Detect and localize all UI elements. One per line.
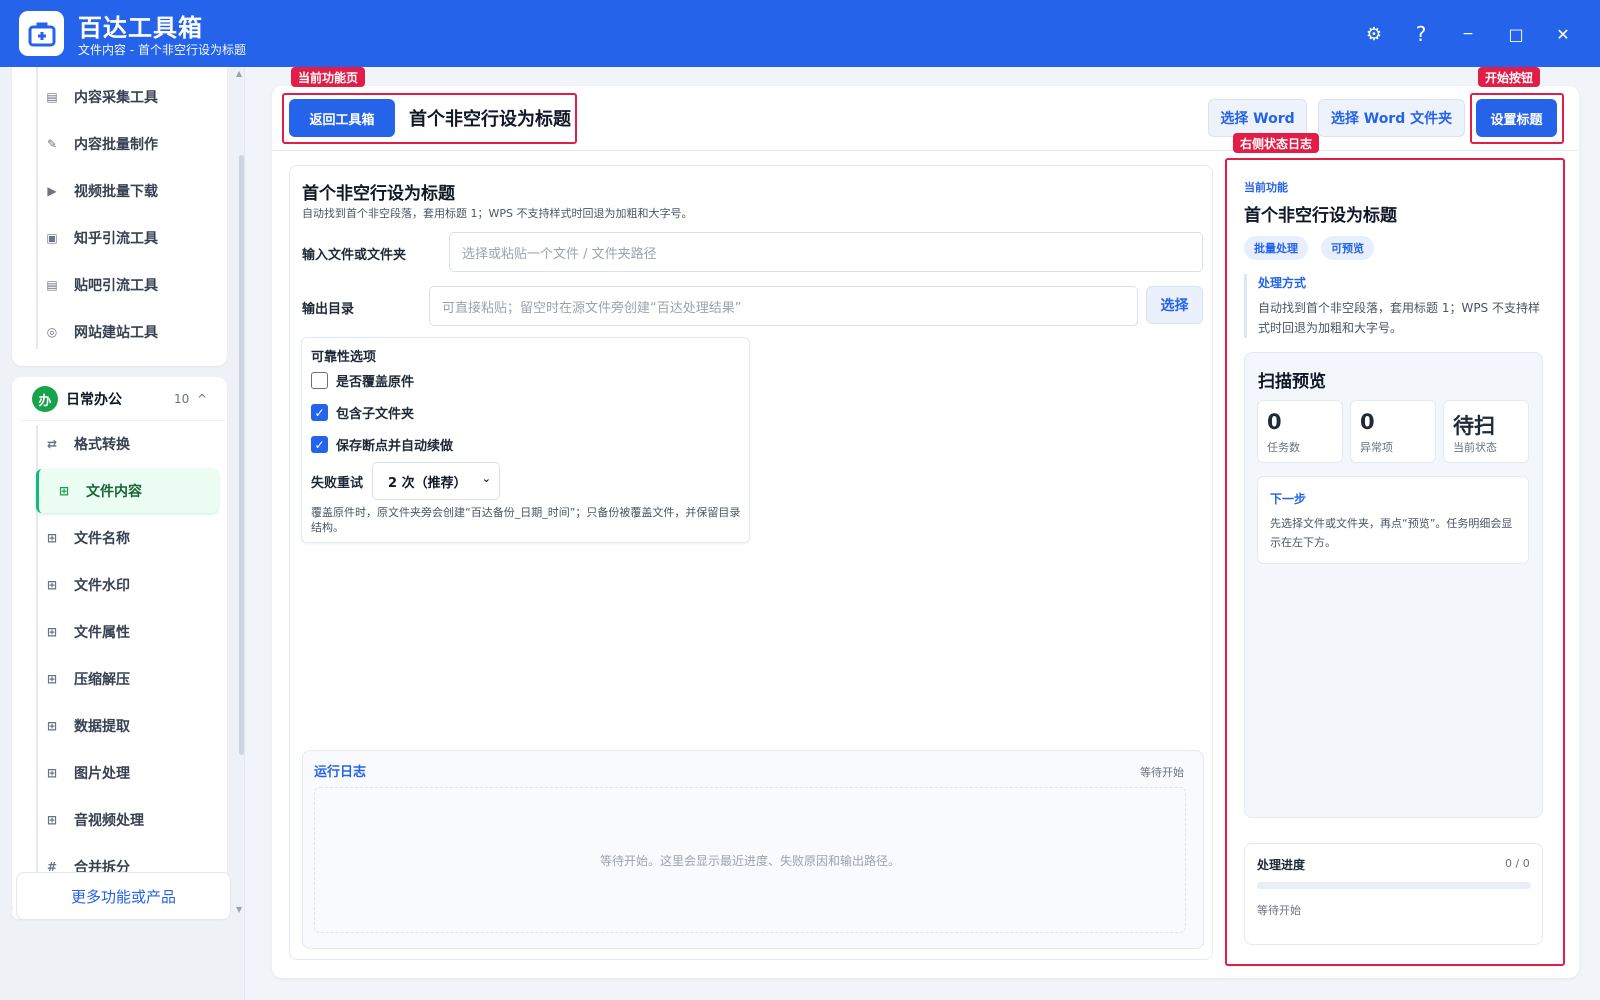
sidebar-item-label: 文件内容 xyxy=(86,484,142,500)
log-content: 等待开始。这里会显示最近进度、失败原因和输出路径。 xyxy=(314,787,1186,933)
more-products-button[interactable]: 更多功能或产品 xyxy=(16,872,231,920)
select-word-folder-button[interactable]: 选择 Word 文件夹 xyxy=(1318,99,1465,137)
office-badge-icon: 办 xyxy=(32,386,58,412)
sidebar-item-label: 格式转换 xyxy=(74,437,130,453)
output-select-button[interactable]: 选择 xyxy=(1146,286,1203,324)
sidebar: ▤ 内容采集工具 ✎ 内容批量制作 ▶ 视频批量下载 ▣ 知乎引流工具 ▤ 贴吧引流工具 … xyxy=(0,67,245,1000)
app-title: 百达工具箱 xyxy=(78,14,203,42)
output-label: 输出目录 xyxy=(302,302,355,317)
input-label: 输入文件或文件夹 xyxy=(302,248,407,263)
overwrite-label: 是否覆盖原件 xyxy=(336,375,415,390)
sidebar-item-website[interactable]: ◎ 网站建站工具 xyxy=(24,310,204,354)
log-status: 等待开始 xyxy=(1140,766,1184,779)
video-icon: ▶ xyxy=(47,184,57,198)
collect-icon: ▤ xyxy=(46,90,58,104)
resume-checkbox[interactable]: ✓ xyxy=(311,436,328,453)
website-icon: ◎ xyxy=(46,325,58,339)
overwrite-checkbox[interactable] xyxy=(311,372,328,389)
subfolders-checkbox[interactable]: ✓ xyxy=(311,404,328,421)
sidebar-item-file-watermark[interactable]: ⊞ 文件水印 xyxy=(24,563,204,607)
scroll-down-icon[interactable]: ▼ xyxy=(236,905,242,914)
input-path-field[interactable]: 选择或粘贴一个文件 / 文件夹路径 xyxy=(449,232,1203,272)
toolbox-icon xyxy=(19,11,64,56)
sidebar-group-count: 10 ^ xyxy=(174,392,207,406)
sidebar-group-daily-office[interactable]: 办 日常办公 10 ^ xyxy=(20,377,225,421)
sidebar-group-title: 日常办公 xyxy=(66,392,122,408)
annotation-tag-current-page: 当前功能页 xyxy=(291,67,366,87)
retry-value: 2 次（推荐） xyxy=(388,475,467,491)
chevron-up-icon: ^ xyxy=(196,392,207,406)
sidebar-item-compress[interactable]: ⊞ 压缩解压 xyxy=(24,657,204,701)
subfolders-label: 包含子文件夹 xyxy=(336,407,415,422)
log-title: 运行日志 xyxy=(314,765,367,780)
sidebar-item-label: 文件水印 xyxy=(74,578,130,594)
sidebar-item-label: 文件属性 xyxy=(74,625,130,641)
minimize-icon[interactable]: − xyxy=(1452,18,1484,50)
grid-icon: ⊞ xyxy=(46,578,58,592)
output-dir-field[interactable]: 可直接粘贴；留空时在源文件旁创建“百达处理结果” xyxy=(429,286,1138,326)
resume-label: 保存断点并自动续做 xyxy=(336,439,454,454)
annotation-box-start-button xyxy=(1470,93,1564,144)
sidebar-item-audio-video[interactable]: ⊞ 音视频处理 xyxy=(24,798,204,842)
grid-icon: ⊞ xyxy=(46,766,58,780)
retry-label: 失败重试 xyxy=(311,476,364,491)
sidebar-item-label: 图片处理 xyxy=(74,766,130,782)
sidebar-item-label: 内容采集工具 xyxy=(74,90,158,106)
annotation-tag-status-log: 右侧状态日志 xyxy=(1233,133,1320,153)
chevron-down-icon: ⌄ xyxy=(481,472,491,485)
app-subtitle: 文件内容 - 首个非空行设为标题 xyxy=(78,43,246,57)
grid-icon: ⊞ xyxy=(46,531,58,545)
overwrite-checkbox-row[interactable]: 是否覆盖原件 xyxy=(311,371,414,390)
tieba-icon: ▤ xyxy=(46,278,58,292)
title-bar: 百达工具箱 文件内容 - 首个非空行设为标题 ⚙ ? − □ ✕ xyxy=(0,0,1600,67)
options-note: 覆盖原件时，原文件夹旁会创建“百达备份_日期_时间”；只备份被覆盖文件，并保留目… xyxy=(311,506,741,534)
subfolders-checkbox-row[interactable]: ✓ 包含子文件夹 xyxy=(311,403,414,422)
retry-select[interactable]: 2 次（推荐） ⌄ xyxy=(372,462,500,500)
sidebar-item-format-convert[interactable]: ⇄ 格式转换 xyxy=(24,422,204,466)
grid-icon: ⊞ xyxy=(46,719,58,733)
sidebar-item-label: 音视频处理 xyxy=(74,813,144,829)
sidebar-scrollbar[interactable] xyxy=(239,155,244,755)
sidebar-item-label: 知乎引流工具 xyxy=(74,231,158,247)
pen-icon: ✎ xyxy=(46,137,58,151)
options-title: 可靠性选项 xyxy=(311,350,377,365)
form-title: 首个非空行设为标题 xyxy=(302,184,455,204)
convert-icon: ⇄ xyxy=(46,437,58,451)
sidebar-item-label: 视频批量下载 xyxy=(74,184,158,200)
sidebar-item-video-download[interactable]: ▶ 视频批量下载 xyxy=(24,169,204,213)
sidebar-item-label: 数据提取 xyxy=(74,719,130,735)
sidebar-item-zhihu[interactable]: ▣ 知乎引流工具 xyxy=(24,216,204,260)
sidebar-item-file-properties[interactable]: ⊞ 文件属性 xyxy=(24,610,204,654)
settings-icon[interactable]: ⚙ xyxy=(1358,18,1390,50)
sidebar-item-tieba[interactable]: ▤ 贴吧引流工具 xyxy=(24,263,204,307)
grid-icon: ⊞ xyxy=(46,672,58,686)
sidebar-item-label: 压缩解压 xyxy=(74,672,130,688)
sidebar-item-label: 内容批量制作 xyxy=(74,137,158,153)
sidebar-item-content-collect[interactable]: ▤ 内容采集工具 xyxy=(24,75,204,119)
annotation-box-status-log xyxy=(1225,158,1565,966)
scroll-up-icon[interactable]: ▲ xyxy=(236,69,242,78)
sidebar-item-file-name[interactable]: ⊞ 文件名称 xyxy=(24,516,204,560)
sidebar-item-label: 文件名称 xyxy=(74,531,130,547)
sidebar-item-image[interactable]: ⊞ 图片处理 xyxy=(24,751,204,795)
help-icon[interactable]: ? xyxy=(1405,18,1437,50)
resume-checkbox-row[interactable]: ✓ 保存断点并自动续做 xyxy=(311,435,453,454)
sidebar-item-file-content[interactable]: ⊞ 文件内容 xyxy=(36,469,218,513)
annotation-tag-start-button: 开始按钮 xyxy=(1478,67,1541,87)
sidebar-item-data-extract[interactable]: ⊞ 数据提取 xyxy=(24,704,204,748)
sidebar-item-label: 网站建站工具 xyxy=(74,325,158,341)
maximize-icon[interactable]: □ xyxy=(1500,18,1532,50)
grid-icon: ⊞ xyxy=(46,625,58,639)
sidebar-item-content-batch[interactable]: ✎ 内容批量制作 xyxy=(24,122,204,166)
close-icon[interactable]: ✕ xyxy=(1547,18,1579,50)
grid-icon: ⊞ xyxy=(58,484,70,498)
zhihu-icon: ▣ xyxy=(46,231,58,245)
annotation-box-current-page xyxy=(282,93,577,144)
sidebar-item-label: 贴吧引流工具 xyxy=(74,278,158,294)
grid-icon: ⊞ xyxy=(46,813,58,827)
select-word-button[interactable]: 选择 Word xyxy=(1208,99,1307,137)
form-description: 自动找到首个非空段落，套用标题 1；WPS 不支持样式时回退为加粗和大字号。 xyxy=(302,207,693,220)
